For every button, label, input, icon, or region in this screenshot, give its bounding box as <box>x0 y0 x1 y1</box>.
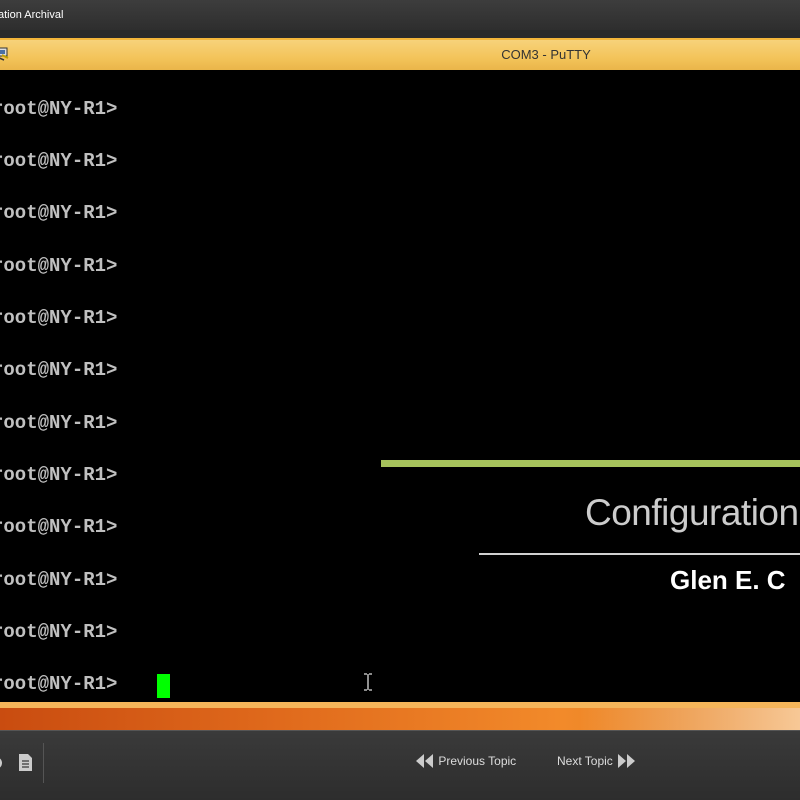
slide-author: Glen E. C <box>670 565 786 595</box>
previous-topic-button[interactable]: Previous Topic <box>415 753 516 769</box>
terminal-cursor <box>157 674 170 698</box>
slide-accent-bar <box>381 460 800 467</box>
toolbar-separator <box>43 743 44 783</box>
terminal-line: root@NY-R1> <box>0 150 118 172</box>
window-title-bar: ation Archival <box>0 0 800 30</box>
terminal-line: root@NY-R1> <box>0 569 118 591</box>
terminal-line: root@NY-R1> <box>0 359 118 381</box>
putty-title-bar[interactable]: COM3 - PuTTY <box>0 38 800 70</box>
taskbar-strip <box>0 702 800 730</box>
terminal-line: root@NY-R1> <box>0 516 118 538</box>
terminal-line: root@NY-R1> <box>0 412 118 434</box>
next-topic-label: Next Topic <box>557 754 613 768</box>
terminal-line: root@NY-R1> <box>0 307 118 329</box>
terminal-area[interactable]: root@NY-R1> root@NY-R1> root@NY-R1> root… <box>0 70 800 702</box>
fast-forward-icon <box>618 754 636 768</box>
title-gap <box>0 30 800 38</box>
terminal-line: root@NY-R1> <box>0 98 118 120</box>
partial-icon[interactable] <box>0 755 4 776</box>
terminal-line: root@NY-R1> <box>0 255 118 277</box>
rewind-icon <box>416 754 433 768</box>
terminal-line: root@NY-R1> <box>0 464 118 486</box>
terminal-line: root@NY-R1> <box>0 202 118 224</box>
putty-window-caption: COM3 - PuTTY <box>501 47 591 62</box>
player-control-bar: Previous Topic Next Topic <box>0 730 800 800</box>
terminal-line: root@NY-R1> <box>0 621 118 643</box>
taskbar-glow <box>580 708 800 730</box>
document-icon[interactable] <box>18 753 33 777</box>
slide-title: Configuration <box>585 492 799 533</box>
previous-topic-label: Previous Topic <box>438 754 517 768</box>
terminal-line: root@NY-R1> <box>0 673 118 695</box>
next-topic-button[interactable]: Next Topic <box>557 753 636 769</box>
text-cursor-icon <box>363 673 373 691</box>
window-title: ation Archival <box>0 9 64 21</box>
slide-divider <box>479 553 800 555</box>
